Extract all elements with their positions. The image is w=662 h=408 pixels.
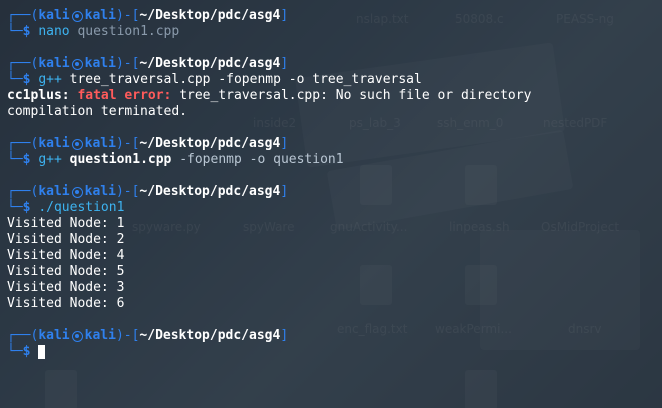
command-args: -fopenmp -o question1 (179, 152, 344, 167)
prompt-frame: └─ (7, 200, 23, 215)
error-source: cc1plus: (7, 88, 70, 103)
command-program: g++ (38, 72, 62, 87)
prompt-frame: ] (280, 56, 289, 71)
prompt-user: kali (38, 328, 70, 343)
kali-dragon-icon (71, 58, 83, 70)
terminal-window[interactable]: ┌──(kali kali)-[~/Desktop/pdc/asg4] └─ $ n… (0, 0, 662, 408)
prompt-line: ┌──(kali kali)-[~/Desktop/pdc/asg4] (7, 8, 531, 24)
prompt-symbol: $ (22, 200, 31, 215)
prompt-frame: )-[ (115, 8, 140, 23)
command-line: └─ $ ./question1 (7, 200, 531, 216)
command-line: └─ $ g++ tree_traversal.cpp -fopenmp -o t… (7, 72, 531, 88)
prompt-symbol: $ (22, 72, 31, 87)
prompt-host: kali (84, 184, 116, 199)
prompt-host: kali (84, 8, 116, 23)
terminal-output: ┌──(kali kali)-[~/Desktop/pdc/asg4] └─ $ n… (7, 8, 531, 360)
prompt-frame: ┌──( (7, 328, 39, 343)
prompt-frame: ] (280, 8, 289, 23)
command-line: └─ $ nano question1.cpp (7, 24, 531, 40)
command-program: ./question1 (38, 200, 125, 215)
prompt-user: kali (38, 56, 70, 71)
prompt-line: ┌──(kali kali)-[~/Desktop/pdc/asg4] (7, 56, 531, 72)
error-message: tree_traversal.cpp: No such file or dire… (179, 88, 532, 103)
output-line: Visited Node: 2 (7, 232, 125, 247)
prompt-frame: └─ (7, 344, 23, 359)
output-line: Visited Node: 6 (7, 296, 125, 311)
command-input-line[interactable]: └─ $ (7, 344, 531, 360)
prompt-frame: )-[ (115, 184, 140, 199)
prompt-line: ┌──(kali kali)-[~/Desktop/pdc/asg4] (7, 328, 531, 344)
error-label: fatal error: (77, 88, 172, 103)
kali-dragon-icon (71, 330, 83, 342)
prompt-frame: └─ (7, 152, 23, 167)
output-line: Visited Node: 4 (7, 248, 125, 263)
output-line: Visited Node: 1 (7, 216, 125, 231)
prompt-path: ~/Desktop/pdc/asg4 (139, 328, 281, 343)
prompt-user: kali (38, 8, 70, 23)
prompt-line: ┌──(kali kali)-[~/Desktop/pdc/asg4] (7, 136, 531, 152)
prompt-frame: ] (280, 136, 289, 151)
command-line: └─ $ g++ question1.cpp -fopenmp -o questi… (7, 152, 531, 168)
prompt-symbol: $ (22, 344, 31, 359)
prompt-frame: )-[ (115, 328, 140, 343)
output-line: Visited Node: 5 (7, 264, 125, 279)
prompt-frame: ┌──( (7, 136, 39, 151)
prompt-frame: ┌──( (7, 184, 39, 199)
output-line: Visited Node: 3 (7, 280, 125, 295)
prompt-host: kali (84, 56, 116, 71)
prompt-frame: )-[ (115, 136, 140, 151)
prompt-frame: ┌──( (7, 56, 39, 71)
command-args: tree_traversal.cpp -fopenmp -o tree_trav… (69, 72, 422, 87)
prompt-symbol: $ (22, 24, 31, 39)
prompt-frame: └─ (7, 72, 23, 87)
prompt-host: kali (84, 136, 116, 151)
prompt-frame: ] (280, 328, 289, 343)
command-program: nano (38, 24, 70, 39)
prompt-line: ┌──(kali kali)-[~/Desktop/pdc/asg4] (7, 184, 531, 200)
prompt-path: ~/Desktop/pdc/asg4 (139, 8, 281, 23)
command-program: g++ (38, 152, 62, 167)
terminal-cursor[interactable] (38, 345, 46, 359)
kali-dragon-icon (71, 10, 83, 22)
prompt-frame: └─ (7, 24, 23, 39)
output-line: compilation terminated. (7, 104, 188, 119)
prompt-path: ~/Desktop/pdc/asg4 (139, 56, 281, 71)
prompt-frame: )-[ (115, 56, 140, 71)
prompt-user: kali (38, 184, 70, 199)
prompt-symbol: $ (22, 152, 31, 167)
prompt-frame: ] (280, 184, 289, 199)
prompt-host: kali (84, 328, 116, 343)
output-line: cc1plus: fatal error: tree_traversal.cpp… (7, 88, 531, 104)
kali-dragon-icon (71, 186, 83, 198)
command-args: question1.cpp (77, 24, 180, 39)
prompt-user: kali (38, 136, 70, 151)
prompt-path: ~/Desktop/pdc/asg4 (139, 184, 281, 199)
command-file: question1.cpp (69, 152, 172, 167)
prompt-frame: ┌──( (7, 8, 39, 23)
prompt-path: ~/Desktop/pdc/asg4 (139, 136, 281, 151)
kali-dragon-icon (71, 138, 83, 150)
